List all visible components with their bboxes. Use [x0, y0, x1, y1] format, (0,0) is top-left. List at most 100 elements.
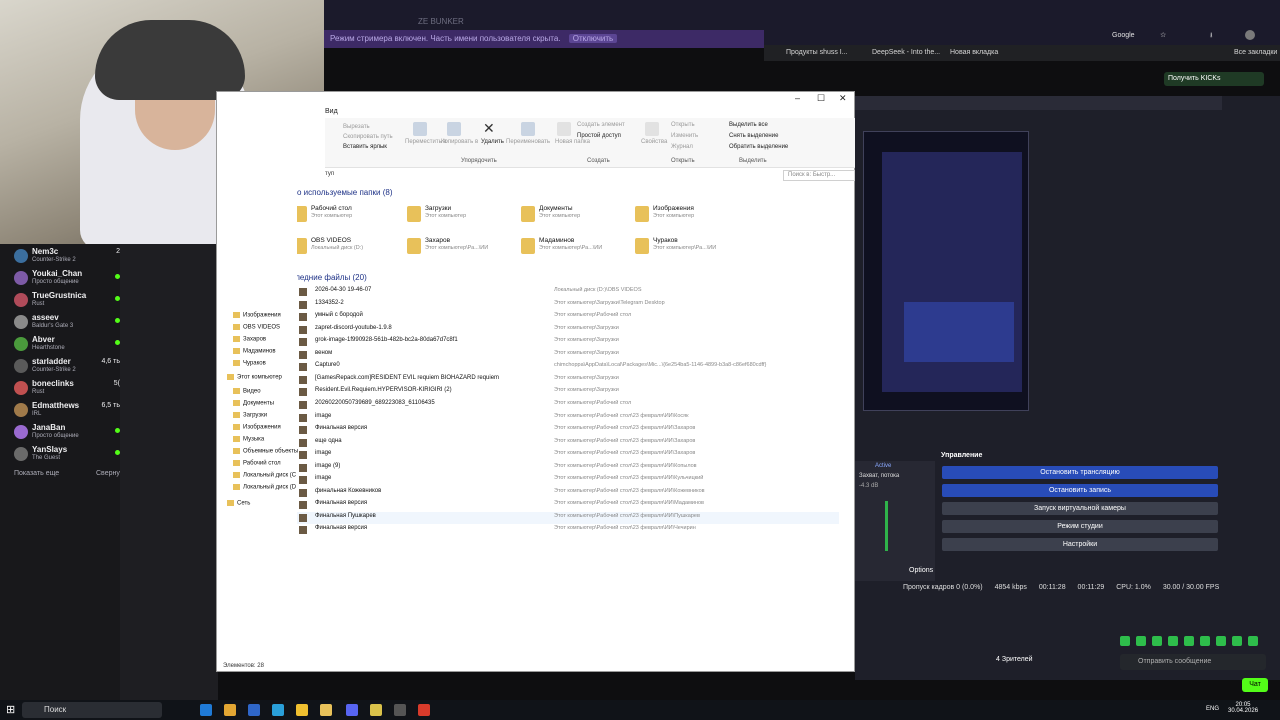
nav-item[interactable]: Музыка [233, 436, 264, 443]
chat-send-button[interactable]: Чат [1242, 678, 1268, 692]
file-row[interactable]: image Этот компьютер\Рабочий стол\23 февр… [297, 412, 839, 424]
recent-files-header[interactable]: Последние файлы (20) [297, 273, 367, 282]
channel-item[interactable]: YanSlays The Guest [14, 444, 120, 466]
frequent-folders-header[interactable]: о используемые папки (8) [297, 188, 393, 197]
channel-item[interactable]: Nem3c Counter-Strike 2 2 [14, 246, 120, 268]
folder-tile[interactable]: Чураков Этот компьютер\Ра...\ИИ [635, 236, 747, 262]
edge-icon[interactable] [200, 704, 212, 716]
easy-access-button[interactable]: Простой доступ [577, 133, 621, 139]
nav-item[interactable]: Загрузки [233, 412, 267, 419]
channel-item[interactable]: Youkai_Chan Просто общение [14, 268, 120, 290]
nav-item[interactable]: Локальный диск (C [233, 472, 296, 479]
file-row[interactable]: grok-image-1f990928-561b-482b-bc2a-80da6… [297, 336, 839, 348]
close-icon[interactable]: ✕ [839, 93, 847, 104]
bookmark-item[interactable]: Новая вкладка [950, 49, 998, 56]
folder-tile[interactable]: OBS VIDEOS Локальный диск (D:) [297, 236, 405, 262]
edit-button[interactable]: Изменить [671, 133, 698, 139]
app-icon[interactable] [418, 704, 430, 716]
file-row[interactable]: еще одна Этот компьютер\Рабочий стол\23 ф… [297, 437, 839, 449]
channel-item[interactable]: boneclinks Rust 5( [14, 378, 120, 400]
obs-icon[interactable] [394, 704, 406, 716]
download-icon[interactable]: ⭳ [1210, 31, 1212, 42]
emote-icon[interactable] [1184, 636, 1194, 646]
copy-path-button[interactable]: Скопировать путь [343, 134, 393, 140]
language-indicator[interactable]: ENG [1206, 706, 1219, 712]
emote-icon[interactable] [1168, 636, 1178, 646]
folder-tile[interactable]: Изображения Этот компьютер [635, 204, 747, 230]
properties-icon[interactable] [645, 122, 659, 136]
file-row[interactable]: 20260220050739689_689223083_61106435 Этот… [297, 399, 839, 411]
file-row[interactable]: image Этот компьютер\Рабочий стол\23 февр… [297, 449, 839, 461]
delete-button[interactable]: Удалить [481, 139, 504, 145]
emote-icon[interactable] [1152, 636, 1162, 646]
file-row[interactable]: Финальная версия Этот компьютер\Рабочий с… [297, 424, 839, 436]
discord-icon[interactable] [346, 704, 358, 716]
nav-item[interactable]: Захаров [233, 336, 266, 343]
google-account-button[interactable]: Google [1112, 32, 1135, 39]
nav-item[interactable]: Чураков [233, 360, 266, 367]
channel-item[interactable]: JanaBan Просто общение [14, 422, 120, 444]
nav-item[interactable]: Документы [233, 400, 274, 407]
search-input[interactable]: Поиск в: Быстр... [783, 170, 855, 181]
menu-view[interactable]: Вид [325, 108, 338, 115]
address-bar[interactable]: туп Поиск в: Быстр... [325, 170, 855, 181]
new-folder-button[interactable]: Новая папка [555, 139, 590, 145]
show-more-link[interactable]: Показать еще [14, 470, 59, 477]
nav-item[interactable]: OBS VIDEOS [233, 324, 280, 331]
emote-icon[interactable] [1120, 636, 1130, 646]
history-button[interactable]: Журнал [671, 144, 693, 150]
copy-icon[interactable] [447, 122, 461, 136]
minimize-icon[interactable]: – [795, 93, 800, 103]
app-icon[interactable] [370, 704, 382, 716]
emote-icon[interactable] [1200, 636, 1210, 646]
file-row[interactable]: 2026-04-30 19-46-07 Локальный диск (D:)\O… [297, 286, 839, 298]
file-row[interactable]: умный с бородой Этот компьютер\Рабочий ст… [297, 311, 839, 323]
stop-record-button[interactable]: Остановить запись [942, 484, 1218, 497]
move-icon[interactable] [413, 122, 427, 136]
explorer-icon[interactable] [320, 704, 332, 716]
chrome-icon[interactable] [224, 704, 236, 716]
rename-icon[interactable] [521, 122, 535, 136]
properties-button[interactable]: Свойства [641, 139, 667, 145]
nav-item[interactable]: Видео [233, 388, 261, 395]
mail-icon[interactable] [248, 704, 260, 716]
browser-icon[interactable] [296, 704, 308, 716]
copy-to-button[interactable]: Копировать в [441, 139, 478, 145]
select-none-button[interactable]: Снять выделение [729, 133, 778, 139]
emote-icon[interactable] [1216, 636, 1226, 646]
collapse-link[interactable]: Сверну [96, 470, 120, 477]
nav-item[interactable]: Сеть [227, 500, 250, 507]
telegram-icon[interactable] [272, 704, 284, 716]
new-item-button[interactable]: Создать элемент [577, 122, 625, 128]
nav-item[interactable]: Мадаминов [233, 348, 276, 355]
get-kicks-button[interactable]: Получить KICKs [1164, 72, 1264, 86]
avatar[interactable] [1245, 30, 1255, 40]
nav-item[interactable]: Изображения [233, 424, 281, 431]
file-row[interactable]: Resident.Evil.Requiem.HYPERVISOR-KIRIGIR… [297, 386, 839, 398]
folder-tile[interactable]: Захаров Этот компьютер\Ра...\ИИ [407, 236, 519, 262]
invert-selection-button[interactable]: Обратить выделение [729, 144, 788, 150]
nav-item[interactable]: Этот компьютер [227, 374, 282, 381]
channel-item[interactable]: asseev Baldur's Gate 3 [14, 312, 120, 334]
folder-tile[interactable]: Мадаминов Этот компьютер\Ра...\ИИ [521, 236, 633, 262]
bookmark-item[interactable]: DeepSeek - Into the... [872, 49, 940, 56]
rename-button[interactable]: Переименовать [506, 139, 550, 145]
clock[interactable]: 20:05 30.04.2026 [1228, 702, 1258, 714]
virtual-camera-button[interactable]: Запуск виртуальной камеры [942, 502, 1218, 515]
file-row[interactable]: Capture0 chimchoppa\AppData\Local\Package… [297, 361, 839, 373]
emote-icon[interactable] [1232, 636, 1242, 646]
channel-item[interactable]: Abver Hearthstone [14, 334, 120, 356]
emote-icon[interactable] [1248, 636, 1258, 646]
open-button[interactable]: Открыть [671, 122, 695, 128]
folder-tile[interactable]: Документы Этот компьютер [521, 204, 633, 230]
taskbar-search[interactable]: Поиск [22, 702, 162, 718]
file-row[interactable]: Финальная версия Этот компьютер\Рабочий с… [297, 524, 839, 536]
file-row[interactable]: Финальная Пушкарев Этот компьютер\Рабочий… [297, 511, 839, 524]
emote-icon[interactable] [1136, 636, 1146, 646]
file-row[interactable]: image (9) Этот компьютер\Рабочий стол\23 … [297, 462, 839, 474]
settings-button[interactable]: Настройки [942, 538, 1218, 551]
star-icon[interactable]: ☆ [1160, 31, 1166, 39]
studio-mode-button[interactable]: Режим студии [942, 520, 1218, 533]
windows-start-icon[interactable]: ⊞ [6, 703, 15, 716]
select-all-button[interactable]: Выделить все [729, 122, 768, 128]
